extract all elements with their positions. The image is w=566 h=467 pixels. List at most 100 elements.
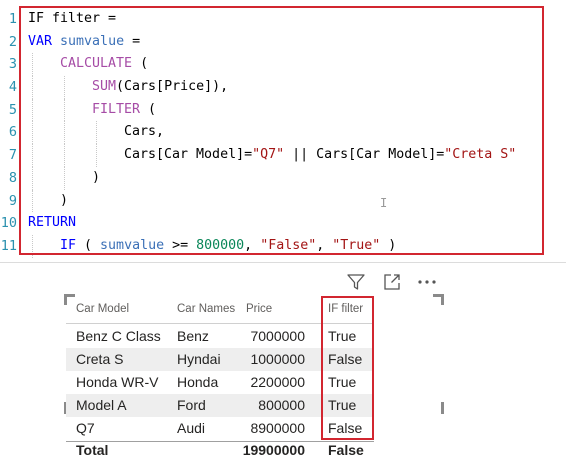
cell-car-name: Benz xyxy=(177,328,209,344)
code-line[interactable]: IF ( sumvalue >= 800000, "False", "True"… xyxy=(28,234,543,258)
indent-guide xyxy=(64,121,65,145)
dax-formula-editor[interactable]: 1 2 3 4 5 6 7 8 9 10 11 IF filter = VAR sumvalue = C… xyxy=(0,0,566,263)
column-header-if-filter[interactable]: IF filter xyxy=(328,294,363,324)
code-token: sumvalue xyxy=(60,33,125,49)
indent-guide xyxy=(64,166,65,190)
code-token: Cars[Car Model]= xyxy=(124,147,253,163)
line-number-gutter: 1 2 3 4 5 6 7 8 9 10 11 xyxy=(0,8,17,258)
code-line-content: SUM(Cars[Price]), xyxy=(92,76,228,99)
code-token: , xyxy=(244,237,261,253)
line-number: 11 xyxy=(0,237,17,254)
column-header-car-model[interactable]: Car Model xyxy=(76,294,129,324)
line-number: 10 xyxy=(0,215,17,232)
column-header-price[interactable]: Price xyxy=(246,294,272,324)
table-row[interactable]: Benz C Class Benz 7000000 True xyxy=(66,325,374,348)
cell-price: 7000000 xyxy=(250,328,305,344)
cell-car-name: Hyndai xyxy=(177,351,221,367)
indent-guide xyxy=(64,144,65,167)
code-token: sumvalue xyxy=(100,237,165,253)
cell-if-filter: True xyxy=(328,397,357,413)
code-token: = xyxy=(124,33,141,49)
indent-guide xyxy=(96,144,97,167)
line-number: 2 xyxy=(8,33,17,50)
cell-price: 1000000 xyxy=(250,351,305,367)
code-area[interactable]: IF filter = VAR sumvalue = CALCULATE (SUM(… xyxy=(28,8,543,258)
code-line-content: RETURN xyxy=(28,212,76,235)
line-number: 1 xyxy=(8,11,17,27)
editor-separator xyxy=(0,262,566,263)
code-line-content: FILTER ( xyxy=(92,99,156,122)
indent-guide xyxy=(32,121,33,145)
column-header-car-names[interactable]: Car Names xyxy=(177,294,235,324)
code-token: ) xyxy=(380,237,397,253)
code-token: Cars, xyxy=(124,124,165,140)
indent-guide xyxy=(32,189,33,213)
table-total-row: Total 19900000 False xyxy=(66,439,374,462)
code-line[interactable]: ) xyxy=(28,189,543,213)
line-number: 7 xyxy=(8,147,17,164)
code-line[interactable]: FILTER ( xyxy=(28,98,543,122)
table-row[interactable]: Honda WR-V Honda 2200000 True xyxy=(66,371,374,394)
code-token: 800000 xyxy=(196,237,245,253)
code-token: (Cars[Price]), xyxy=(116,79,229,95)
code-token: ( xyxy=(132,56,149,72)
cell-car-name: Audi xyxy=(177,420,206,436)
total-price: 19900000 xyxy=(242,442,305,458)
cell-car-model: Benz C Class xyxy=(76,328,161,344)
resize-corner-top-right[interactable] xyxy=(433,294,444,305)
code-line[interactable]: ) xyxy=(28,166,543,190)
code-token: ( xyxy=(140,101,157,117)
code-line[interactable]: Cars[Car Model]="Q7" || Cars[Car Model]=… xyxy=(28,144,543,167)
filter-icon[interactable] xyxy=(345,271,367,293)
code-line[interactable]: VAR sumvalue = xyxy=(28,31,543,54)
code-token: ) xyxy=(92,169,101,185)
table-row[interactable]: Q7 Audi 8900000 False xyxy=(66,417,374,440)
code-token: "Creta S" xyxy=(444,147,517,163)
code-token: || Cars[Car Model]= xyxy=(284,147,445,163)
cell-car-model: Model A xyxy=(76,397,127,413)
code-line[interactable]: Cars, xyxy=(28,121,543,145)
line-number: 3 xyxy=(8,56,17,73)
total-divider xyxy=(66,441,374,442)
table-row[interactable]: Model A Ford 800000 True xyxy=(66,394,374,417)
code-token: ) xyxy=(60,192,69,208)
code-token: FILTER xyxy=(92,101,141,117)
cell-if-filter: False xyxy=(328,420,363,436)
code-line-content: CALCULATE ( xyxy=(60,53,148,76)
line-number: 9 xyxy=(8,192,17,209)
code-line[interactable]: CALCULATE ( xyxy=(28,53,543,77)
line-number: 8 xyxy=(8,169,17,186)
total-label: Total xyxy=(76,442,109,458)
indent-guide xyxy=(32,98,33,122)
indent-guide xyxy=(64,98,65,122)
code-token: >= xyxy=(164,237,197,253)
code-line[interactable]: RETURN xyxy=(28,212,543,235)
code-line[interactable]: IF filter = xyxy=(28,8,543,31)
cell-car-model: Creta S xyxy=(76,351,124,367)
indent-guide xyxy=(32,53,33,77)
code-line-content: IF ( sumvalue >= 800000, "False", "True"… xyxy=(60,235,396,258)
cell-car-model: Honda WR-V xyxy=(76,374,159,390)
indent-guide xyxy=(96,121,97,145)
cell-if-filter: False xyxy=(328,351,363,367)
cell-car-name: Ford xyxy=(177,397,206,413)
code-token: "Q7" xyxy=(252,147,285,163)
focus-mode-icon[interactable] xyxy=(381,271,403,293)
code-token: ( xyxy=(76,237,101,253)
code-line-content: VAR sumvalue = xyxy=(28,31,140,54)
total-if-filter: False xyxy=(328,442,364,458)
code-line-content: Cars[Car Model]="Q7" || Cars[Car Model]=… xyxy=(124,144,516,167)
code-token: RETURN xyxy=(28,215,77,231)
resize-handle-right[interactable] xyxy=(441,402,444,414)
code-token: VAR xyxy=(28,33,61,49)
more-options-icon[interactable] xyxy=(416,271,438,293)
code-line-content: Cars, xyxy=(124,121,164,144)
indent-guide xyxy=(64,76,65,99)
cell-if-filter: True xyxy=(328,328,357,344)
code-token: IF xyxy=(60,237,77,253)
cell-if-filter: True xyxy=(328,374,357,390)
code-line[interactable]: SUM(Cars[Price]), xyxy=(28,76,543,99)
table-row[interactable]: Creta S Hyndai 1000000 False xyxy=(66,348,374,371)
code-token: CALCULATE xyxy=(60,56,133,72)
code-line-content: ) xyxy=(92,167,100,190)
